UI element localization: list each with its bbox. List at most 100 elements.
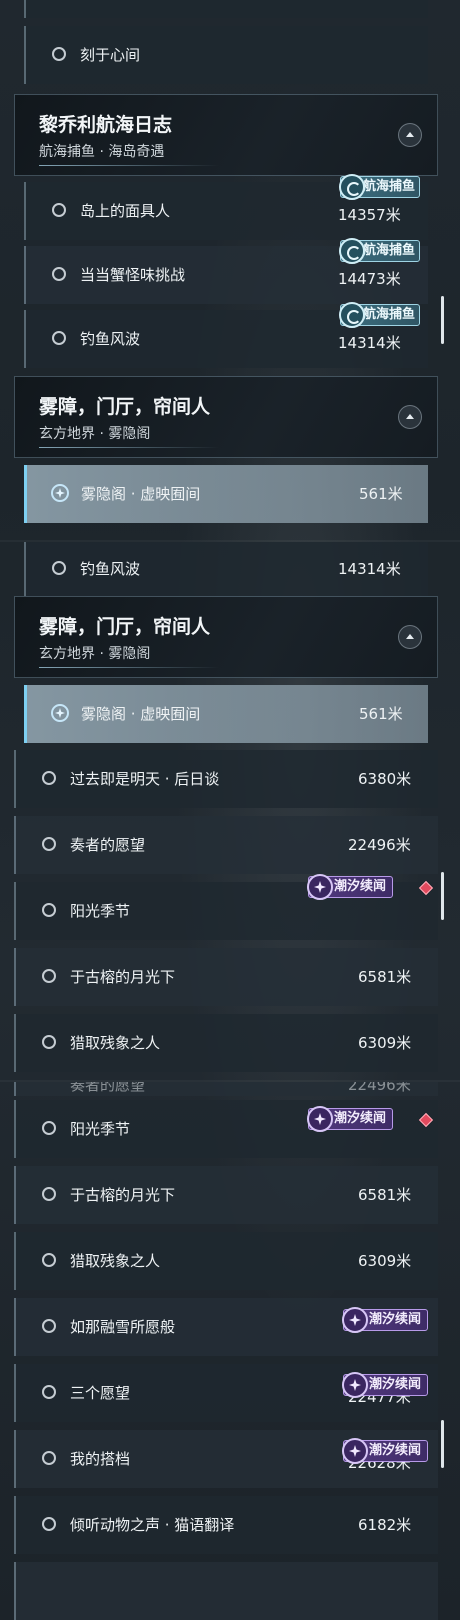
quest-label: 岛上的面具人 (80, 202, 171, 220)
fishing-badge: 航海捕鱼 (339, 302, 421, 328)
quest-distance: 561米 (359, 485, 403, 503)
radio-unchecked-icon (42, 771, 56, 785)
quest-label: 于古榕的月光下 (70, 968, 176, 986)
tide-badge-label: 潮汐续闻 (334, 879, 387, 894)
header-divider (39, 447, 219, 448)
tide-badge: 潮汐续闻 (342, 1372, 429, 1398)
radio-unchecked-icon (42, 1319, 56, 1333)
fishing-badge-label: 航海捕鱼 (363, 243, 416, 258)
quest-label: 倾听动物之声 · 猫语翻译 (70, 1516, 235, 1534)
fishing-badge-icon (339, 174, 365, 200)
header-divider (39, 165, 219, 166)
quest-row[interactable]: 于古榕的月光下 6581米 (14, 948, 438, 1006)
tide-badge: 潮汐续闻 (307, 874, 394, 900)
quest-row-partial-bottom[interactable] (14, 1562, 438, 1620)
radio-unchecked-icon (42, 1385, 56, 1399)
collapse-arrow-icon[interactable] (398, 625, 422, 649)
radio-unchecked-icon (42, 1253, 56, 1267)
quest-label: 钓鱼风波 (80, 330, 141, 348)
quest-group-title: 黎乔利航海日志 (39, 114, 173, 136)
tide-badge-icon (342, 1307, 368, 1333)
radio-unchecked-icon (42, 969, 56, 983)
scrollbar-thumb[interactable] (441, 872, 444, 920)
collapse-arrow-icon[interactable] (398, 123, 422, 147)
scrollbar-thumb[interactable] (441, 296, 444, 344)
quest-row[interactable]: 奏者的愿望 22496米 (14, 816, 438, 874)
quest-list-segment-1: 刻于心间 黎乔利航海日志 航海捕鱼 · 海岛奇遇 岛上的面具人 14357米 航… (0, 0, 460, 540)
quest-label: 于古榕的月光下 (70, 1186, 176, 1204)
quest-row[interactable]: 猎取残象之人 6309米 (14, 1232, 438, 1290)
tide-badge-label: 潮汐续闻 (369, 1377, 422, 1392)
quest-row-active[interactable]: 雾隐阁 · 虚映囿间 561米 (24, 685, 428, 743)
radio-unchecked-icon (42, 1517, 56, 1531)
quest-label: 刻于心间 (80, 46, 141, 64)
radio-unchecked-icon (52, 47, 66, 61)
quest-distance: 6380米 (358, 770, 412, 788)
radio-unchecked-icon (42, 1121, 56, 1135)
fishing-badge: 航海捕鱼 (339, 238, 421, 264)
quest-distance: 14357米 (338, 206, 401, 224)
quest-row-partial-top[interactable]: 奏者的愿望 22496米 (14, 1082, 438, 1096)
quest-label: 阳光季节 (70, 1120, 131, 1138)
navigation-star-icon (51, 484, 69, 502)
quest-distance: 6309米 (358, 1034, 412, 1052)
header-divider (39, 667, 219, 668)
quest-label: 猎取残象之人 (70, 1252, 161, 1270)
fishing-badge-icon (339, 238, 365, 264)
quest-label: 雾隐阁 · 虚映囿间 (81, 705, 201, 723)
scrollbar-thumb[interactable] (441, 1420, 444, 1468)
quest-distance: 6309米 (358, 1252, 412, 1270)
quest-label: 奏者的愿望 (70, 836, 146, 854)
fishing-badge-label: 航海捕鱼 (363, 179, 416, 194)
quest-list-segment-2: 钓鱼风波 14314米 雾障，门厅，帘间人 玄方地界 · 雾隐阁 雾隐阁 · 虚… (0, 542, 460, 1080)
quest-row[interactable]: 猎取残象之人 6309米 (14, 1014, 438, 1072)
tide-badge-icon (307, 874, 333, 900)
quest-list-screen: 刻于心间 黎乔利航海日志 航海捕鱼 · 海岛奇遇 岛上的面具人 14357米 航… (0, 0, 460, 1620)
tide-badge-icon (307, 1106, 333, 1132)
quest-group-header[interactable]: 雾障，门厅，帘间人 玄方地界 · 雾隐阁 (14, 596, 438, 678)
radio-unchecked-icon (52, 203, 66, 217)
tide-badge-icon (342, 1372, 368, 1398)
quest-distance: 6182米 (358, 1516, 412, 1534)
navigation-star-icon (51, 704, 69, 722)
radio-unchecked-icon (42, 903, 56, 917)
quest-distance: 6581米 (358, 968, 412, 986)
quest-row[interactable]: 刻于心间 (24, 26, 428, 84)
quest-distance: 14473米 (338, 270, 401, 288)
radio-unchecked-icon (42, 1035, 56, 1049)
collapse-arrow-icon[interactable] (398, 405, 422, 429)
radio-unchecked-icon (52, 267, 66, 281)
quest-list-segment-3: 奏者的愿望 22496米 阳光季节 潮汐续闻 于古榕的月光下 6581米 猎取残… (0, 1082, 460, 1620)
quest-row-partial-top[interactable] (24, 0, 428, 18)
quest-group-title: 雾障，门厅，帘间人 (39, 396, 211, 418)
quest-label: 奏者的愿望 (70, 1082, 146, 1094)
tide-badge: 潮汐续闻 (342, 1438, 429, 1464)
quest-group-subtitle: 玄方地界 · 雾隐阁 (39, 426, 151, 442)
quest-group-title: 雾障，门厅，帘间人 (39, 616, 211, 638)
tide-badge: 潮汐续闻 (342, 1307, 429, 1333)
radio-unchecked-icon (42, 1451, 56, 1465)
quest-row[interactable]: 于古榕的月光下 6581米 (14, 1166, 438, 1224)
radio-unchecked-icon (42, 1187, 56, 1201)
quest-row[interactable]: 倾听动物之声 · 猫语翻译 6182米 (14, 1496, 438, 1554)
quest-group-header[interactable]: 雾障，门厅，帘间人 玄方地界 · 雾隐阁 (14, 376, 438, 458)
tide-badge: 潮汐续闻 (307, 1106, 394, 1132)
quest-distance: 14314米 (338, 560, 401, 578)
quest-distance: 22496米 (348, 1082, 411, 1094)
quest-row[interactable]: 过去即是明天 · 后日谈 6380米 (14, 750, 438, 808)
quest-row-active[interactable]: 雾隐阁 · 虚映囿间 561米 (24, 465, 428, 523)
quest-label: 猎取残象之人 (70, 1034, 161, 1052)
tide-badge-label: 潮汐续闻 (369, 1312, 422, 1327)
quest-group-header[interactable]: 黎乔利航海日志 航海捕鱼 · 海岛奇遇 (14, 94, 438, 176)
quest-label: 如那融雪所愿般 (70, 1318, 176, 1336)
fishing-badge-icon (339, 302, 365, 328)
quest-row[interactable]: 钓鱼风波 14314米 (24, 542, 428, 598)
radio-unchecked-icon (42, 837, 56, 851)
radio-unchecked-icon (52, 331, 66, 345)
quest-distance: 14314米 (338, 334, 401, 352)
quest-group-subtitle: 玄方地界 · 雾隐阁 (39, 646, 151, 662)
tide-badge-label: 潮汐续闻 (334, 1111, 387, 1126)
quest-label: 雾隐阁 · 虚映囿间 (81, 485, 201, 503)
quest-distance: 561米 (359, 705, 403, 723)
quest-label: 我的搭档 (70, 1450, 131, 1468)
